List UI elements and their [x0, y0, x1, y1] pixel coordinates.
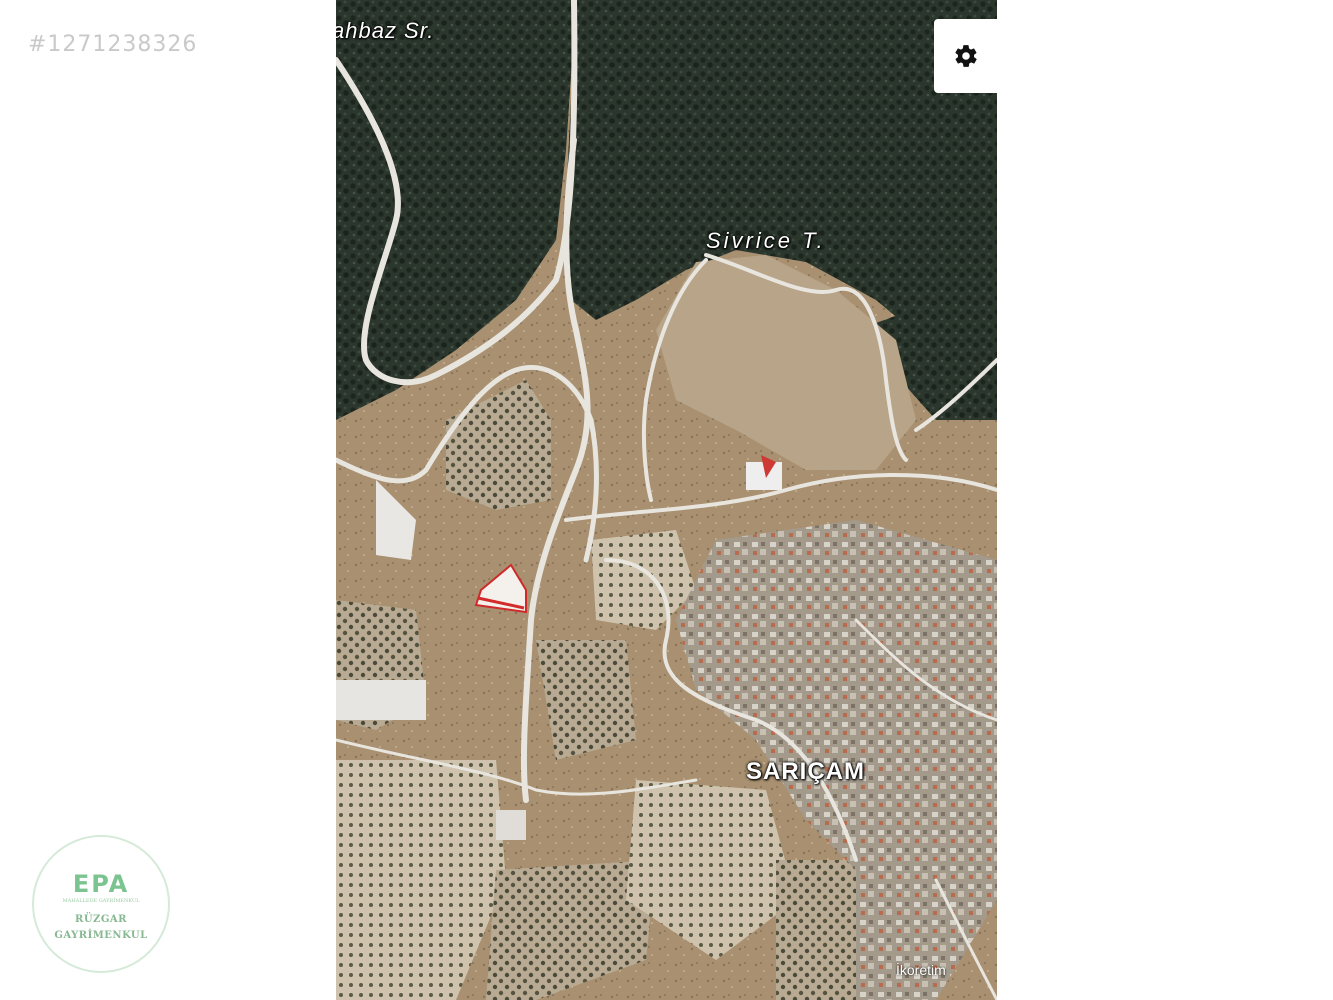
label-village: SARIÇAM: [746, 758, 865, 785]
listing-id: #1271238326: [28, 32, 198, 57]
watermark-name-line2: GAYRİMENKUL: [54, 930, 148, 941]
watermark-brand: EPA: [72, 870, 130, 898]
agency-watermark-logo: EPA MAHALLEDE GAYRİMENKUL RÜZGAR GAYRİME…: [32, 835, 170, 973]
label-peak-top: ahbaz Sr.: [336, 18, 435, 43]
map-settings-button[interactable]: [934, 19, 997, 93]
label-peak-center: Sivrice T.: [706, 228, 826, 253]
watermark-name-line1: RÜZGAR: [75, 914, 127, 925]
watermark-tagline: MAHALLEDE GAYRİMENKUL: [62, 898, 140, 904]
page: #1271238326 ahbaz Sr. Sivrice T. SARIÇAM…: [0, 0, 1333, 1000]
satellite-map[interactable]: ahbaz Sr. Sivrice T. SARIÇAM İkoretim: [336, 0, 997, 1000]
satellite-imagery: [336, 0, 997, 1000]
map-attribution: İkoretim: [896, 962, 946, 978]
gear-icon: [954, 45, 977, 67]
